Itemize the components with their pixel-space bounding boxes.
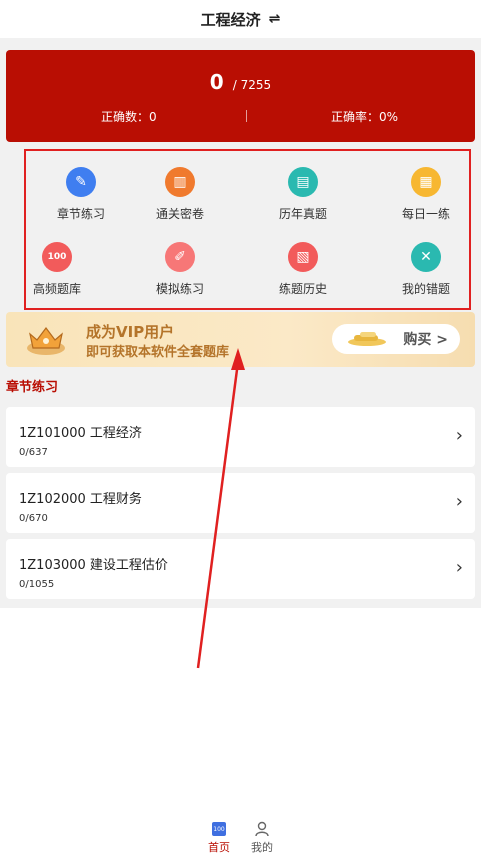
coins-icon	[348, 332, 386, 346]
app-header: 工程经济 ⇌	[0, 0, 481, 38]
correct-count: 正确数：0	[101, 110, 157, 124]
chapter-progress: 0/670	[19, 513, 48, 524]
tab-mine-label: 我的	[251, 841, 273, 854]
home-icon: 100	[211, 821, 227, 837]
grid-item-label: 通关密卷	[155, 207, 204, 221]
grid-item-high-frequency[interactable]: 100 高频题库	[17, 242, 97, 297]
grid-item-label: 我的错题	[401, 282, 450, 296]
calendar-icon: ▦	[411, 167, 441, 197]
grid-item-chapter-practice[interactable]: ✎ 章节练习	[41, 167, 121, 222]
tab-mine[interactable]: 我的	[242, 821, 282, 854]
history-icon: ▧	[288, 242, 318, 272]
buy-label: 购买 >	[403, 332, 448, 348]
book-icon: ▥	[165, 167, 195, 197]
score-card: 0 / 7255 正确数：0 正确率：0%	[6, 50, 475, 142]
score-summary: 0 / 7255	[6, 70, 475, 94]
chapter-name: 1Z101000 工程经济	[19, 426, 142, 441]
total-count: / 7255	[232, 78, 272, 92]
crown-icon	[27, 327, 65, 355]
vip-title: 成为VIP用户	[86, 323, 175, 341]
chapter-progress: 0/1055	[19, 579, 55, 590]
grid-item-mock-practice[interactable]: ✐ 模拟练习	[140, 242, 220, 297]
chapter-item[interactable]: 1Z102000 工程财务 0/670 ›	[6, 473, 475, 533]
grid-item-label: 章节练习	[56, 207, 105, 221]
grid-item-label: 每日一练	[401, 207, 450, 221]
vip-banner[interactable]: 成为VIP用户 即可获取本软件全套题库 购买 >	[6, 312, 475, 367]
grid-item-past-exams[interactable]: ▤ 历年真题	[263, 167, 343, 222]
bottom-tab-bar: 100 首页 我的	[0, 815, 481, 854]
hundred-icon: 100	[42, 242, 72, 272]
tab-home[interactable]: 100 首页	[199, 821, 239, 854]
feature-grid: ✎ 章节练习 ▥ 通关密卷 ▤ 历年真题 ▦ 每日一练 100 高频题库 ✐ 模…	[24, 149, 471, 310]
chevron-right-icon: ›	[455, 425, 463, 446]
stats-divider	[246, 110, 247, 122]
tab-home-label: 首页	[208, 841, 230, 854]
chevron-right-icon: ›	[455, 491, 463, 512]
svg-text:100: 100	[213, 826, 225, 833]
pen-icon: ✐	[165, 242, 195, 272]
grid-item-pass-papers[interactable]: ▥ 通关密卷	[140, 167, 220, 222]
chapter-progress: 0/637	[19, 447, 48, 458]
subject-title[interactable]: 工程经济	[201, 9, 261, 30]
grid-item-label: 高频题库	[32, 282, 81, 296]
edit-icon: ✎	[66, 167, 96, 197]
answered-count: 0	[209, 70, 224, 94]
buy-button[interactable]: 购买 >	[332, 324, 460, 354]
chevron-right-icon: ›	[455, 557, 463, 578]
grid-item-practice-history[interactable]: ▧ 练题历史	[263, 242, 343, 297]
vip-subtitle: 即可获取本软件全套题库	[86, 345, 230, 360]
switch-subject-icon[interactable]: ⇌	[269, 11, 281, 27]
grid-item-label: 历年真题	[278, 207, 327, 221]
correct-rate: 正确率：0%	[331, 110, 399, 124]
chapter-item[interactable]: 1Z101000 工程经济 0/637 ›	[6, 407, 475, 467]
section-title: 章节练习	[6, 380, 59, 395]
grid-item-wrong-questions[interactable]: ✕ 我的错题	[386, 242, 466, 297]
user-icon	[254, 821, 270, 837]
grid-item-label: 练题历史	[278, 282, 327, 296]
chapter-name: 1Z103000 建设工程估价	[19, 558, 168, 573]
grid-item-label: 模拟练习	[155, 282, 204, 296]
chapter-item[interactable]: 1Z103000 建设工程估价 0/1055 ›	[6, 539, 475, 599]
grid-item-daily-practice[interactable]: ▦ 每日一练	[386, 167, 466, 222]
chapter-name: 1Z102000 工程财务	[19, 492, 142, 507]
document-icon: ▤	[288, 167, 318, 197]
wrong-book-icon: ✕	[411, 242, 441, 272]
